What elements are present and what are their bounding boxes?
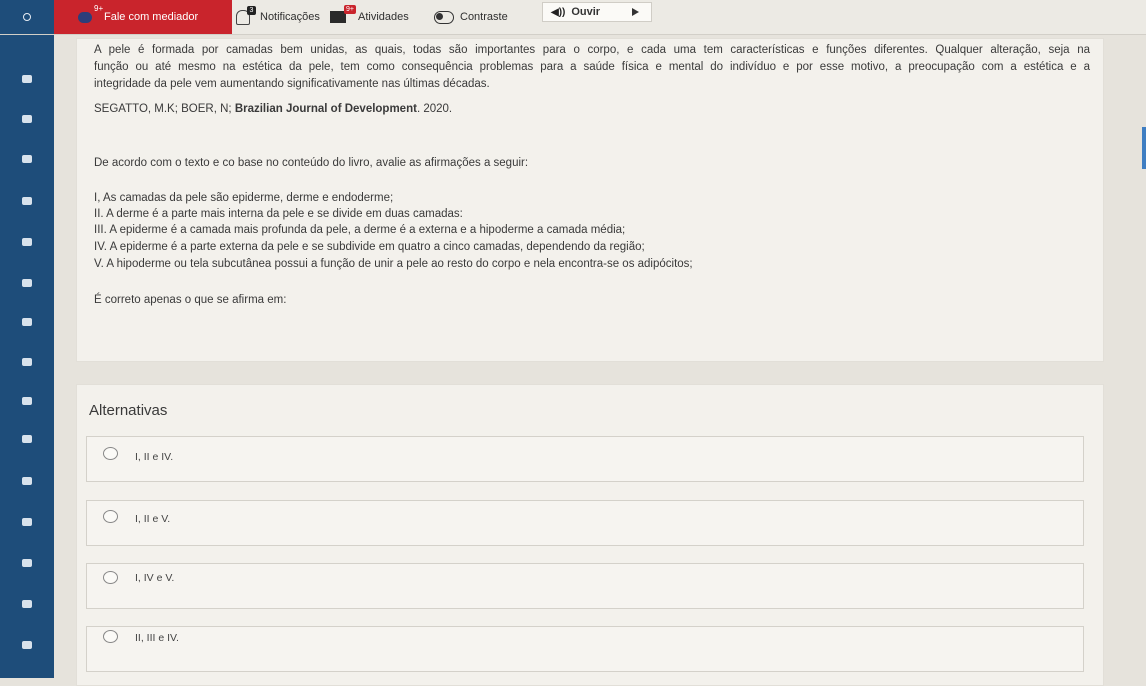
home-icon[interactable] xyxy=(22,75,32,83)
statement-item: II. A derme é a parte mais interna da pe… xyxy=(94,208,463,220)
mediator-button[interactable]: 9+ Fale com mediador xyxy=(54,0,232,34)
question-text-line-1: A pele é formada por camadas bem unidas,… xyxy=(94,44,1090,56)
question-text-line-2: função ou até mesmo na estética da pele,… xyxy=(94,61,1090,73)
alternative-option[interactable] xyxy=(86,626,1084,672)
radio-button[interactable] xyxy=(103,630,118,643)
question-ask: É correto apenas o que se afirma em: xyxy=(94,294,287,306)
pin-icon[interactable] xyxy=(22,279,32,287)
citation: SEGATTO, M.K; BOER, N; Brazilian Journal… xyxy=(94,101,1090,117)
radio-button[interactable] xyxy=(103,571,118,584)
calendar-icon[interactable] xyxy=(22,115,32,123)
mediator-label: Fale com mediador xyxy=(104,11,199,23)
statement-item: IV. A epiderme é a parte externa da pele… xyxy=(94,241,645,253)
alternative-option[interactable] xyxy=(86,500,1084,546)
listen-label: Ouvir xyxy=(571,6,601,18)
citation-year: . 2020. xyxy=(416,103,453,115)
radio-button[interactable] xyxy=(103,447,118,460)
alternative-option[interactable] xyxy=(86,563,1084,609)
listen-button[interactable]: ◀)) Ouvir xyxy=(542,2,652,22)
alternatives-title: Alternativas xyxy=(89,402,168,419)
notifications-button[interactable]: 3 Notificações xyxy=(236,5,320,28)
graduation-icon[interactable] xyxy=(22,197,32,205)
contrast-label: Contraste xyxy=(460,11,508,23)
notifications-label: Notificações xyxy=(260,11,320,23)
citation-journal: Brazilian Journal of Development xyxy=(234,103,417,115)
chart-icon[interactable] xyxy=(22,518,32,526)
alternative-label: I, II e V. xyxy=(135,513,171,525)
notifications-badge: 3 xyxy=(247,5,256,15)
contrast-toggle[interactable]: Contraste xyxy=(434,6,508,28)
alternative-label: I, II e IV. xyxy=(135,451,174,463)
radio-button[interactable] xyxy=(103,510,118,523)
accessibility-corner[interactable] xyxy=(0,0,54,34)
graduation-icon[interactable] xyxy=(22,477,32,485)
scroll-indicator[interactable] xyxy=(1142,127,1146,169)
chat-icon xyxy=(78,11,92,23)
statement-item: I, As camadas da pele são epiderme, derm… xyxy=(94,192,394,204)
pencil-icon[interactable] xyxy=(22,397,32,405)
tool-icon[interactable] xyxy=(22,600,32,608)
alternative-label: I, IV e V. xyxy=(135,572,175,584)
speaker-icon: ◀)) xyxy=(551,6,566,18)
sidebar xyxy=(0,35,54,678)
dollar-icon[interactable] xyxy=(22,559,32,567)
toggle-icon xyxy=(434,10,454,24)
pin-icon[interactable] xyxy=(22,238,32,246)
question-prompt: De acordo com o texto e co base no conte… xyxy=(94,157,529,169)
activities-label: Atividades xyxy=(358,11,409,23)
activities-badge: 9+ xyxy=(344,5,356,14)
hat-icon[interactable] xyxy=(22,358,32,366)
question-text-line-3: integridade da pele vem aumentando signi… xyxy=(94,78,490,90)
mediator-badge: 9+ xyxy=(94,4,104,13)
alternative-label: II, III e IV. xyxy=(135,632,179,644)
alternative-option[interactable] xyxy=(86,436,1084,482)
circle-icon xyxy=(23,13,31,21)
statement-item: V. A hipoderme ou tela subcutânea possui… xyxy=(94,258,693,270)
activities-icon: 9+ xyxy=(330,5,356,23)
citation-authors: SEGATTO, M.K; BOER, N; xyxy=(94,103,232,115)
top-bar: 9+ Fale com mediador 3 Notificações 9+ A… xyxy=(0,0,1146,35)
statement-item: III. A epiderme é a camada mais profunda… xyxy=(94,224,626,236)
grid-icon[interactable] xyxy=(22,318,32,326)
play-icon[interactable] xyxy=(632,8,639,16)
bell-icon: 3 xyxy=(236,5,256,25)
document-icon[interactable] xyxy=(22,641,32,649)
chat-icon[interactable] xyxy=(22,155,32,163)
graduation-icon[interactable] xyxy=(22,435,32,443)
activities-button[interactable]: 9+ Atividades xyxy=(330,5,409,28)
